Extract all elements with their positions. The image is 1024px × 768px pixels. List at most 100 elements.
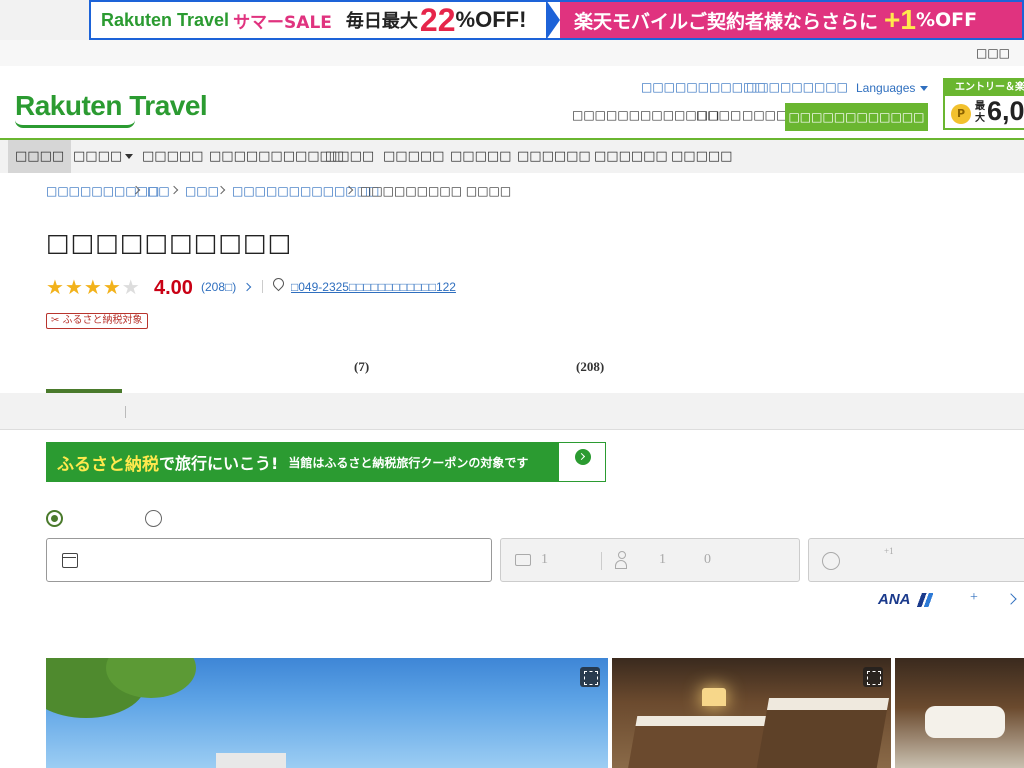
banner-arrow [546, 2, 560, 38]
nav-item-9[interactable]: □□□□□□ [594, 140, 668, 173]
star-rating: ★ ★ ★ ★ ★ [46, 277, 141, 297]
nav-item-label: □□□□ [73, 149, 123, 164]
chevron-right-icon [169, 185, 179, 195]
banner-left-panel: Rakuten Travel サマーSALE 毎日最大 22 %OFF! [91, 2, 546, 38]
star-icon: ★ [121, 275, 140, 299]
banner-sale-label: サマーSALE [233, 12, 332, 33]
room-photo-2[interactable] [895, 658, 1024, 768]
chevron-right-icon[interactable] [1005, 593, 1017, 605]
utility-bar: □□□ [0, 40, 1024, 66]
entry-title: エントリー＆楽天 [945, 80, 1024, 96]
radio-option-1[interactable] [46, 510, 63, 527]
room-photo-1[interactable] [612, 658, 891, 768]
rakuten-travel-logo[interactable]: Rakuten Travel [15, 90, 208, 122]
header-link-5[interactable]: □□□□ [696, 108, 741, 122]
tab-reviews-count[interactable]: (208) [576, 359, 604, 375]
star-icon: ★ [46, 275, 64, 299]
expand-icon[interactable] [863, 667, 883, 687]
entry-max: 最大 [975, 101, 985, 124]
breadcrumb-item[interactable]: □□ [147, 184, 170, 198]
nav-item-3[interactable]: □□□□□ [142, 140, 203, 173]
sub-tab-bar [0, 393, 1024, 430]
nav-item-7[interactable]: □□□□□ [450, 140, 511, 173]
header-link-2[interactable]: □□□□□□ [746, 80, 814, 94]
banner-percent: 22 [419, 1, 456, 38]
location-pin-icon [270, 275, 287, 292]
banner-plus-off: %OFF [915, 9, 978, 31]
logo-swoosh [15, 120, 135, 128]
furusato-headline-a: ふるさと納税 [57, 454, 159, 475]
furusato-tax-tag: ✂ ふるさと納税対象 [46, 313, 148, 329]
bed-shape [754, 698, 890, 768]
utility-link[interactable]: □□□ [976, 46, 1010, 60]
guest-selector[interactable]: 1 1 0 [500, 538, 800, 582]
children-count: 0 [704, 552, 711, 567]
banner-mobile-panel: 楽天モバイルご契約者様ならさらに +1 %OFF [560, 2, 1022, 38]
rating-score: 4.00 [154, 277, 193, 299]
breadcrumb-item[interactable]: □□□□□□□□□□□□□ [232, 184, 379, 198]
banner-off: %OFF! [455, 7, 527, 32]
furusato-subtext: 当館はふるさと納税旅行クーポンの対象です [288, 455, 529, 470]
hotel-tabs: (7) (208) [0, 345, 1024, 393]
header-link-3[interactable]: □□□ [814, 80, 848, 94]
nav-item-2[interactable]: □□□□ [73, 140, 134, 173]
nav-item-5[interactable]: □□□□ [325, 140, 374, 173]
building-shape [216, 753, 286, 768]
star-icon: ★ [102, 275, 121, 299]
address-link[interactable]: □049-2325□□□□□□□□□□□□122 [291, 280, 456, 294]
chevron-right-icon [242, 282, 252, 292]
coupon-icon [822, 552, 840, 570]
breadcrumb-current: □□□□□□□□□ □□□□ [360, 184, 512, 198]
furusato-banner-body: ふるさと納税 で旅行にいこう! 当館はふるさと納税旅行クーポンの対象です [47, 443, 559, 481]
furusato-headline-b: で旅行にいこう! [159, 454, 279, 473]
nav-item-6[interactable]: □□□□□ [383, 140, 444, 173]
date-input[interactable] [46, 538, 492, 582]
banner-daily-max: 毎日最大 [345, 11, 418, 32]
calendar-icon [62, 553, 78, 568]
breadcrumb-item[interactable]: □□□□□□□□□□ [46, 184, 159, 198]
nav-item-8[interactable]: □□□□□□ [517, 140, 591, 173]
point-coin-icon: P [951, 104, 971, 124]
divider [125, 406, 126, 418]
expand-icon[interactable] [580, 667, 600, 687]
banner-mobile-text: 楽天モバイルご契約者様ならさらに [574, 10, 879, 33]
site-header: Rakuten Travel □□□□□□□□□□□ □□□□□□ □□□ La… [0, 66, 1024, 138]
star-icon: ★ [64, 275, 83, 299]
summer-sale-banner[interactable]: Rakuten Travel サマーSALE 毎日最大 22 %OFF! 楽天モ… [89, 0, 1024, 40]
entry-campaign-box[interactable]: エントリー＆楽天 P 最大 6,0 [943, 78, 1024, 130]
header-cta-button[interactable]: □□□□□□□□□□□□ [785, 103, 928, 131]
coupon-selector[interactable]: +1 [808, 538, 1024, 582]
rooms-count: 1 [541, 552, 548, 567]
header-link-6[interactable]: □□□□ [742, 108, 787, 122]
lamp-shape [702, 688, 726, 706]
tab-rooms-count[interactable]: (7) [354, 359, 369, 375]
person-icon [615, 551, 627, 569]
ana-logo[interactable]: ANA [878, 591, 911, 608]
breadcrumb-item[interactable]: □□□ [185, 184, 219, 198]
banner-brand: Rakuten Travel [101, 9, 230, 30]
hotel-name: □□□□□□□□□□ [46, 228, 293, 257]
radio-option-2[interactable] [145, 510, 162, 527]
coupon-superscript: +1 [884, 546, 894, 556]
adults-count: 1 [659, 552, 666, 567]
banner-plus: +1 [884, 4, 916, 35]
ana-plus: + [970, 590, 978, 605]
nav-item-10[interactable]: □□□□□ [671, 140, 732, 173]
nav-item-home[interactable]: □□□□ [8, 140, 72, 173]
ana-logo-mark [915, 593, 933, 607]
review-count-link[interactable]: (208□) [201, 280, 236, 294]
bed-shape [626, 716, 768, 768]
chevron-down-icon [125, 154, 134, 159]
chevron-down-icon [920, 86, 929, 92]
furusato-banner[interactable]: ふるさと納税 で旅行にいこう! 当館はふるさと納税旅行クーポンの対象です [46, 442, 606, 482]
divider [262, 280, 263, 293]
star-icon: ★ [83, 275, 102, 299]
pillow-shape [925, 706, 1005, 738]
languages-dropdown[interactable]: Languages [856, 81, 929, 95]
top-promo-banner: Rakuten Travel サマーSALE 毎日最大 22 %OFF! 楽天モ… [0, 0, 1024, 40]
divider [601, 552, 602, 570]
bed-icon [515, 554, 531, 566]
nav-item-4[interactable]: □□□□□□□□□□□ [209, 140, 344, 173]
hotel-exterior-photo[interactable] [46, 658, 608, 768]
arrow-circle-icon [575, 449, 591, 465]
